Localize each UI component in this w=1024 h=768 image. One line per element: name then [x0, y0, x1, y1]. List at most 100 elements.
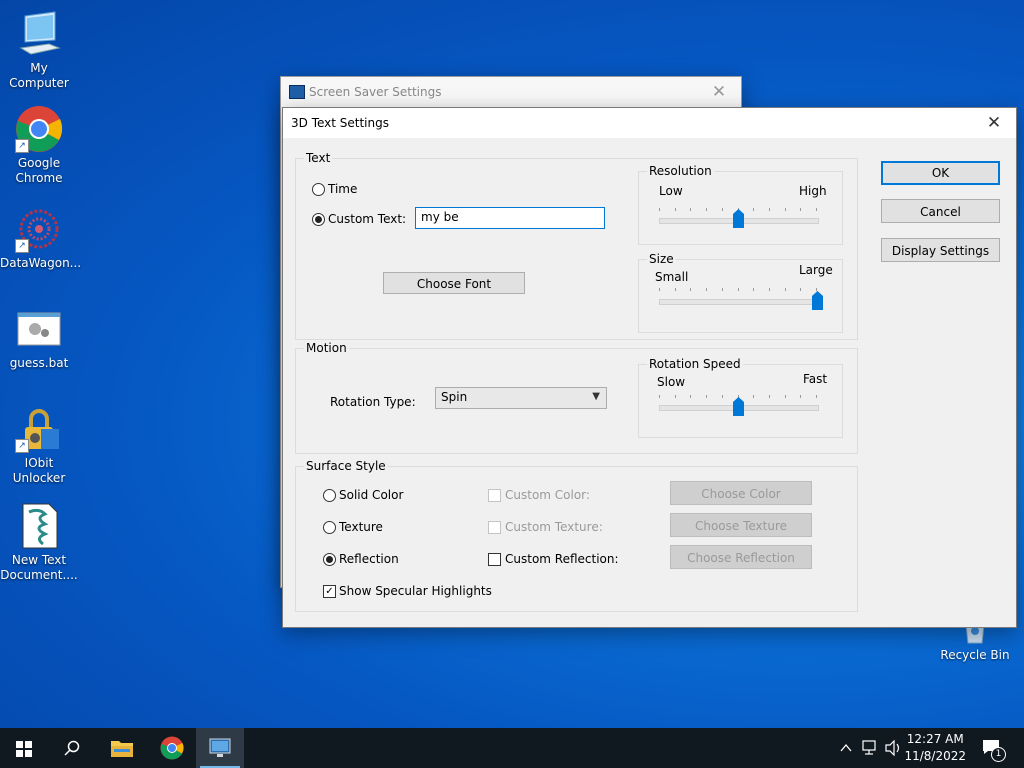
slider-tick [690, 395, 691, 398]
time-radio[interactable] [312, 183, 325, 196]
desktop-icon-datawagon[interactable]: ↗ DataWagon... [0, 205, 81, 271]
slider-tick [769, 395, 770, 398]
slider-tick [659, 288, 660, 291]
dialog-close-button[interactable]: ✕ [972, 108, 1016, 138]
size-ticks [659, 288, 817, 291]
custom-text-radio[interactable] [312, 213, 325, 226]
solid-color-radio[interactable] [323, 489, 336, 502]
slider-tick [800, 288, 801, 291]
slider-tick [706, 208, 707, 211]
slider-tick [769, 288, 770, 291]
custom-text-radio-label[interactable]: Custom Text: [328, 212, 406, 226]
folder-icon [111, 741, 133, 757]
rotation-speed-slow-label: Slow [657, 375, 686, 389]
solid-color-label[interactable]: Solid Color [339, 488, 403, 502]
desktop-icon-guess-bat[interactable]: guess.bat [0, 305, 78, 371]
desktop-icon-label: New Text Document.... [0, 553, 78, 582]
slider-tick [769, 208, 770, 211]
specular-highlights-label[interactable]: Show Specular Highlights [339, 584, 492, 598]
size-slider-thumb[interactable] [811, 291, 823, 310]
slider-tick [753, 208, 754, 211]
size-title: Size [647, 252, 676, 266]
desktop-icon-label: My Computer [9, 61, 69, 90]
rotation-speed-slider-thumb[interactable] [732, 397, 744, 416]
slider-tick [800, 395, 801, 398]
slider-tick [785, 208, 786, 211]
resolution-slider-thumb[interactable] [732, 209, 744, 228]
choose-color-button[interactable]: Choose Color [670, 481, 812, 505]
time-radio-label[interactable]: Time [328, 182, 357, 196]
volume-icon[interactable] [885, 740, 903, 756]
network-icon[interactable] [862, 740, 880, 756]
specular-highlights-checkbox[interactable]: ✓ [323, 585, 336, 598]
desktop-icon-iobit-unlocker[interactable]: ↗ IObit Unlocker [0, 405, 78, 486]
ok-button[interactable]: OK [881, 161, 1000, 185]
chevron-down-icon: ▼ [592, 391, 600, 402]
search-icon [64, 740, 80, 756]
resolution-title: Resolution [647, 164, 714, 178]
desktop-icon-google-chrome[interactable]: ↗ Google Chrome [0, 105, 78, 186]
surface-style-group: Surface Style Solid Color Custom Color: … [295, 459, 858, 612]
slider-tick [738, 288, 739, 291]
desktop-icon-label: guess.bat [9, 356, 69, 370]
checkmark-icon: ✓ [325, 586, 334, 597]
slider-tick [785, 288, 786, 291]
choose-texture-button[interactable]: Choose Texture [670, 513, 812, 537]
3d-text-settings-dialog[interactable]: 3D Text Settings ✕ Text Time Custom Text… [282, 107, 1017, 628]
reflection-label[interactable]: Reflection [339, 552, 399, 566]
slider-tick [722, 288, 723, 291]
slider-tick [675, 208, 676, 211]
desktop-icon-new-text-document[interactable]: New Text Document.... [0, 502, 78, 583]
chrome-icon [160, 736, 184, 760]
cancel-button[interactable]: Cancel [881, 199, 1000, 223]
rotation-speed-group: Rotation Speed Slow Fast [638, 357, 843, 438]
notification-center-button[interactable]: 1 [980, 736, 1008, 762]
clock-time: 12:27 AM [906, 732, 964, 746]
choose-font-button[interactable]: Choose Font [383, 272, 525, 294]
texture-radio[interactable] [323, 521, 336, 534]
text-document-icon [15, 502, 63, 550]
screen-saver-title: Screen Saver Settings [309, 85, 442, 99]
chrome-taskbar-button[interactable] [148, 728, 196, 768]
rotation-speed-fast-label: Fast [803, 372, 828, 386]
size-slider-track[interactable] [659, 299, 819, 305]
start-button[interactable] [0, 728, 48, 768]
file-explorer-taskbar-button[interactable] [98, 728, 146, 768]
custom-color-checkbox[interactable] [488, 489, 501, 502]
custom-reflection-label[interactable]: Custom Reflection: [505, 552, 619, 566]
slider-tick [816, 208, 817, 211]
desktop-icon-my-computer[interactable]: My Computer [0, 10, 78, 91]
slider-tick [785, 395, 786, 398]
resolution-high-label: High [799, 184, 827, 198]
texture-label[interactable]: Texture [339, 520, 383, 534]
search-button[interactable] [48, 728, 96, 768]
choose-reflection-button[interactable]: Choose Reflection [670, 545, 812, 569]
reflection-radio[interactable] [323, 553, 336, 566]
text-group-title: Text [304, 151, 333, 165]
display-settings-icon [209, 738, 231, 757]
dialog-titlebar[interactable]: 3D Text Settings ✕ [283, 108, 1016, 138]
chevron-up-icon[interactable] [840, 742, 852, 754]
notification-count-badge: 1 [991, 747, 1006, 762]
display-settings-button[interactable]: Display Settings [881, 238, 1000, 262]
slider-tick [722, 208, 723, 211]
slider-tick [659, 395, 660, 398]
windows-logo-icon [16, 741, 32, 757]
rotation-type-label: Rotation Type: [330, 395, 416, 409]
screen-saver-app-icon [289, 85, 305, 99]
slider-tick [800, 208, 801, 211]
screen-saver-taskbar-button[interactable] [196, 728, 244, 768]
custom-color-label: Custom Color: [505, 488, 590, 502]
iobit-unlocker-icon: ↗ [15, 405, 63, 453]
custom-texture-checkbox[interactable] [488, 521, 501, 534]
screen-saver-close-button[interactable]: ✕ [697, 77, 741, 107]
slider-tick [690, 288, 691, 291]
screen-saver-titlebar[interactable]: Screen Saver Settings ✕ [281, 77, 741, 107]
custom-text-input[interactable]: my be [415, 207, 605, 229]
clock[interactable]: 12:27 AM 11/8/2022 [904, 731, 966, 765]
size-group: Size Small Large [638, 252, 843, 333]
surface-style-title: Surface Style [304, 459, 388, 473]
custom-reflection-checkbox[interactable] [488, 553, 501, 566]
desktop-icon-label: IObit Unlocker [12, 456, 66, 485]
rotation-type-dropdown[interactable]: Spin ▼ [435, 387, 607, 409]
